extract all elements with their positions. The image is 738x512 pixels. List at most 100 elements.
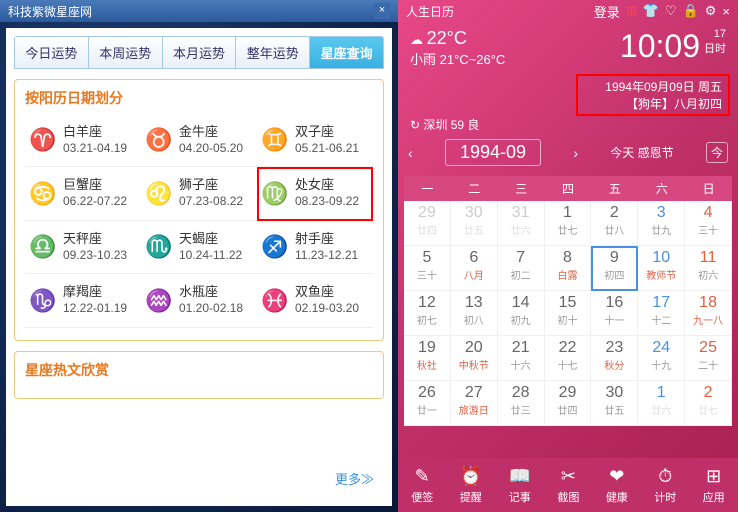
zodiac-item[interactable]: ♉金牛座04.20-05.20 [141,114,257,167]
weekday: 日 [685,176,732,201]
tool-计时[interactable]: ⏱计时 [654,466,676,505]
calendar-day[interactable]: 5三十 [404,246,451,291]
settings-icon[interactable]: ⚙ [705,3,717,19]
calendar-day[interactable]: 2廿七 [685,381,732,426]
tool-便签[interactable]: ✎ 便签 [411,466,433,505]
tool-提醒[interactable]: ⏰提醒 [460,466,482,505]
calendar-day[interactable]: 6八月 [451,246,498,291]
tab-bar: 今日运势本周运势本月运势整年运势星座查询 [14,36,384,69]
zodiac-item[interactable]: ♏天蝎座10.24-11.22 [141,221,257,274]
calendar-day[interactable]: 10教师节 [638,246,685,291]
tool-label: 便签 [411,492,433,504]
calendar-day[interactable]: 4三十 [685,201,732,246]
refresh-icon[interactable]: ↻ [410,118,420,132]
tool-icon: 📖 [509,466,531,487]
weekday: 一 [404,176,451,201]
calendar-day[interactable]: 28廿三 [498,381,545,426]
tool-icon: ✎ [411,466,433,487]
shirt-icon[interactable]: 👕 [643,3,659,19]
calendar-day[interactable]: 7初二 [498,246,545,291]
weather-block[interactable]: ☁ 22°C 小雨 21°C~26°C [410,28,505,68]
weekday: 二 [451,176,498,201]
today-button[interactable]: 今 [706,142,728,163]
zodiac-item[interactable]: ♐射手座11.23-12.21 [257,221,373,274]
calendar-day[interactable]: 23秋分 [591,336,638,381]
zodiac-icon: ♉ [145,126,173,154]
panel-title: 星座热文欣赏 [25,360,373,380]
calendar-day[interactable]: 18九一八 [685,291,732,336]
next-month-icon[interactable]: › [573,145,578,161]
calendar-day[interactable]: 21十六 [498,336,545,381]
grid-icon[interactable]: ⊞ [626,3,637,19]
calendar-day[interactable]: 27旅游日 [451,381,498,426]
zodiac-item[interactable]: ♋巨蟹座06.22-07.22 [25,167,141,220]
calendar-panel: 人生日历 登录 ⊞ 👕 ♡ 🔒 ⚙ × ☁ 22°C 小雨 21°C~26°C … [398,0,738,512]
calendar-day[interactable]: 31廿六 [498,201,545,246]
close-icon[interactable]: × [374,3,390,19]
location-row[interactable]: ↻ 深圳 59 良 [398,116,738,133]
calendar-day[interactable]: 26廿一 [404,381,451,426]
zodiac-item[interactable]: ♊双子座05.21-06.21 [257,114,373,167]
month-nav: ‹ 1994-09 › 今天 感恩节 今 [398,133,738,172]
zodiac-name: 水瓶座 [179,284,243,301]
calendar-day[interactable]: 30廿五 [591,381,638,426]
zodiac-range: 05.21-06.21 [295,141,359,157]
tool-截图[interactable]: ✂截图 [557,466,579,505]
calendar-day[interactable]: 17十二 [638,291,685,336]
calendar-day[interactable]: 14初九 [498,291,545,336]
tool-label: 截图 [557,492,579,504]
prev-month-icon[interactable]: ‹ [408,145,413,161]
tab-2[interactable]: 本月运势 [163,37,237,68]
zodiac-item[interactable]: ♒水瓶座01.20-02.18 [141,274,257,327]
zodiac-item[interactable]: ♎天秤座09.23-10.23 [25,221,141,274]
tab-0[interactable]: 今日运势 [15,37,89,68]
tool-健康[interactable]: ❤健康 [606,466,628,505]
zodiac-range: 08.23-09.22 [295,194,359,210]
calendar-day[interactable]: 30廿五 [451,201,498,246]
calendar-day[interactable]: 25二十 [685,336,732,381]
zodiac-name: 天秤座 [63,231,127,248]
tab-4[interactable]: 星座查询 [310,37,383,68]
lock-icon[interactable]: 🔒 [683,3,699,19]
close-icon[interactable]: × [722,4,730,19]
heart-icon[interactable]: ♡ [665,3,677,19]
calendar-day[interactable]: 24十九 [638,336,685,381]
calendar-day[interactable]: 19秋社 [404,336,451,381]
login-link[interactable]: 登录 [594,2,620,21]
calendar-day[interactable]: 12初七 [404,291,451,336]
calendar-day[interactable]: 16十一 [591,291,638,336]
zodiac-item[interactable]: ♍处女座08.23-09.22 [257,167,373,220]
calendar-day[interactable]: 9初四 [591,246,638,291]
calendar-day[interactable]: 22十七 [545,336,592,381]
calendar-day[interactable]: 20中秋节 [451,336,498,381]
zodiac-icon: ♈ [29,126,57,154]
tool-icon: ⊞ [703,466,725,487]
zodiac-range: 01.20-02.18 [179,301,243,317]
calendar-day[interactable]: 15初十 [545,291,592,336]
left-body: 今日运势本周运势本月运势整年运势星座查询 按阳历日期划分 ♈白羊座03.21-0… [6,28,392,506]
calendar-day[interactable]: 11初六 [685,246,732,291]
zodiac-item[interactable]: ♌狮子座07.23-08.22 [141,167,257,220]
zodiac-item[interactable]: ♑摩羯座12.22-01.19 [25,274,141,327]
tab-3[interactable]: 整年运势 [236,37,310,68]
zodiac-icon: ♐ [261,233,289,261]
bottom-toolbar: ✎ 便签 ⏰提醒 📖 记事 ✂截图 ❤健康 ⏱计时 ⊞应用 [398,458,738,512]
tool-label: 记事 [509,492,531,504]
zodiac-name: 双子座 [295,124,359,141]
tab-1[interactable]: 本周运势 [89,37,163,68]
more-link[interactable]: 更多≫ [14,469,384,488]
calendar-day[interactable]: 8白露 [545,246,592,291]
calendar-day[interactable]: 3廿九 [638,201,685,246]
zodiac-item[interactable]: ♓双鱼座02.19-03.20 [257,274,373,327]
tool-记事[interactable]: 📖 记事 [509,466,531,505]
calendar-day[interactable]: 2廿八 [591,201,638,246]
calendar-day[interactable]: 1廿七 [545,201,592,246]
calendar-day[interactable]: 29廿四 [404,201,451,246]
calendar-day[interactable]: 13初八 [451,291,498,336]
calendar-day[interactable]: 29廿四 [545,381,592,426]
tool-应用[interactable]: ⊞应用 [703,466,725,505]
current-month[interactable]: 1994-09 [445,139,541,166]
zodiac-name: 白羊座 [63,124,127,141]
calendar-day[interactable]: 1廿六 [638,381,685,426]
zodiac-item[interactable]: ♈白羊座03.21-04.19 [25,114,141,167]
